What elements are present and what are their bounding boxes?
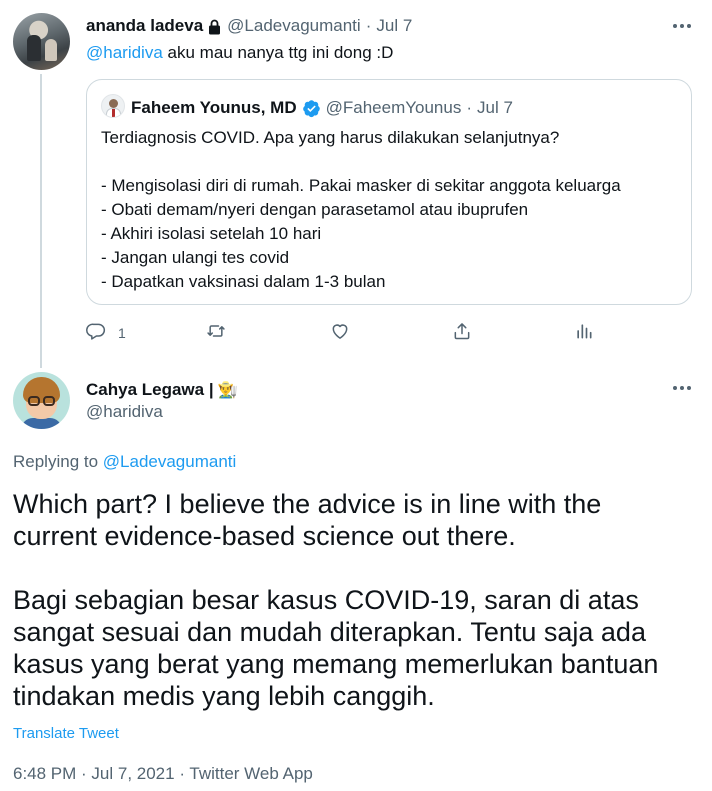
thread-connector-line xyxy=(40,74,42,368)
body-line-blank xyxy=(13,552,658,584)
farmer-emoji-icon: 👨‍🌾 xyxy=(217,382,238,399)
reply-button[interactable]: 1 xyxy=(86,320,126,346)
tweet-action-bar: 1 xyxy=(86,320,606,346)
translate-tweet-link[interactable]: Translate Tweet xyxy=(13,725,119,742)
author-handle[interactable]: @haridiva xyxy=(86,402,163,422)
lock-icon xyxy=(208,19,221,35)
quoted-author-name: Faheem Younus, MD xyxy=(131,98,297,117)
quoted-tweet-header: Faheem Younus, MD @FaheemYounus · Jul 7 xyxy=(131,97,513,119)
mention-link[interactable]: @haridiva xyxy=(86,43,163,62)
reply-icon xyxy=(86,321,106,346)
share-button[interactable] xyxy=(452,320,472,346)
author-name[interactable]: ananda ladeva xyxy=(86,16,203,36)
parent-tweet-header: ananda ladeva @Ladevagumanti · Jul 7 xyxy=(86,15,412,37)
replying-prefix: Replying to xyxy=(13,452,103,471)
separator-dot: · xyxy=(365,16,372,35)
main-tweet-text: Which part? I believe the advice is in l… xyxy=(13,488,658,712)
retweet-button[interactable] xyxy=(206,320,226,346)
analytics-icon xyxy=(574,321,594,346)
tweet-metadata[interactable]: 6:48 PM · Jul 7, 2021 · Twitter Web App xyxy=(13,764,313,784)
author-name[interactable]: Cahya Legawa | xyxy=(86,380,214,400)
tweet-text: aku mau nanya ttg ini dong :D xyxy=(162,43,394,62)
replying-to-link[interactable]: @Ladevagumanti xyxy=(103,452,237,471)
body-line: tindakan medis yang lebih canggih. xyxy=(13,681,435,711)
quoted-line: - Jangan ulangi tes covid xyxy=(101,248,290,267)
body-line: Which part? I believe the advice is in l… xyxy=(13,489,602,519)
verified-icon xyxy=(302,99,321,118)
avatar-cahya[interactable] xyxy=(13,372,70,429)
quoted-line: - Akhiri isolasi setelah 10 hari xyxy=(101,224,322,243)
avatar-faheem[interactable] xyxy=(101,94,125,118)
author-handle[interactable]: @Ladevagumanti xyxy=(227,16,361,36)
quoted-tweet-text: Terdiagnosis COVID. Apa yang harus dilak… xyxy=(101,126,621,294)
quoted-line: - Mengisolasi diri di rumah. Pakai maske… xyxy=(101,176,621,195)
quoted-line: - Obati demam/nyeri dengan parasetamol a… xyxy=(101,200,529,219)
main-tweet: Cahya Legawa | 👨‍🌾 @haridiva Replying to… xyxy=(0,368,712,791)
analytics-button[interactable] xyxy=(574,320,594,346)
quoted-author-handle: @FaheemYounus xyxy=(325,98,462,117)
quoted-line-blank xyxy=(101,150,621,174)
like-button[interactable] xyxy=(330,320,350,346)
body-line: sangat sesuai dan mudah diterapkan. Tent… xyxy=(13,617,646,647)
parent-tweet[interactable]: ananda ladeva @Ladevagumanti · Jul 7 @ha… xyxy=(0,0,712,368)
more-icon[interactable] xyxy=(670,16,694,36)
quoted-line: - Dapatkan vaksinasi dalam 1-3 bulan xyxy=(101,272,386,291)
main-author-row: Cahya Legawa | 👨‍🌾 xyxy=(86,379,238,401)
body-line: kasus yang berat yang memang memerlukan … xyxy=(13,649,659,679)
tweet-date[interactable]: Jul 7 xyxy=(376,16,412,36)
body-line: Bagi sebagian besar kasus COVID-19, sara… xyxy=(13,585,639,615)
quoted-line: Terdiagnosis COVID. Apa yang harus dilak… xyxy=(101,128,560,147)
replying-to: Replying to @Ladevagumanti xyxy=(13,452,236,472)
body-line: current evidence-based science out there… xyxy=(13,521,516,551)
share-icon xyxy=(452,321,472,346)
parent-tweet-text: @haridiva aku mau nanya ttg ini dong :D xyxy=(86,42,393,64)
quoted-tweet-date: Jul 7 xyxy=(477,98,513,117)
more-icon[interactable] xyxy=(670,378,694,398)
separator-dot: · xyxy=(466,98,473,117)
reply-count: 1 xyxy=(118,325,126,341)
quoted-tweet-card[interactable]: Faheem Younus, MD @FaheemYounus · Jul 7 … xyxy=(86,79,692,305)
retweet-icon xyxy=(206,321,226,346)
like-icon xyxy=(330,321,350,346)
avatar-ananda[interactable] xyxy=(13,13,70,70)
